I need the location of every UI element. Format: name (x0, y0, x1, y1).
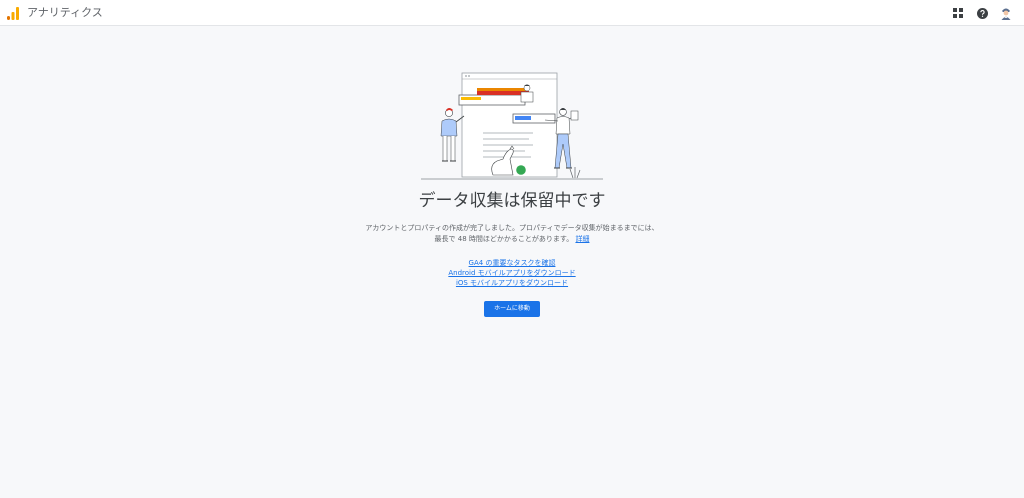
header-actions (950, 5, 1014, 21)
analytics-logo-icon[interactable] (7, 7, 19, 20)
description-line-1: アカウントとプロパティの作成が完了しました。プロパティでデータ収集が始まるまでに… (365, 224, 659, 232)
app-title[interactable]: アナリティクス (27, 6, 103, 20)
android-app-download-link[interactable]: Android モバイルアプリをダウンロード (0, 268, 1024, 278)
description-line-2-text: 最長で 48 時間ほどかかることがあります。 (434, 235, 574, 243)
help-icon[interactable] (974, 5, 990, 21)
ga4-key-tasks-link[interactable]: GA4 の重要なタスクを確認 (0, 258, 1024, 268)
avatar[interactable] (998, 5, 1014, 21)
main-content: データ収集は保留中です アカウントとプロパティの作成が完了しました。プロパティで… (0, 27, 1024, 498)
status-description: アカウントとプロパティの作成が完了しました。プロパティでデータ収集が始まるまでに… (0, 223, 1024, 245)
top-app-bar: アナリティクス (0, 0, 1024, 26)
resource-links: GA4 の重要なタスクを確認 Android モバイルアプリをダウンロード iO… (0, 258, 1024, 288)
go-home-button[interactable]: ホームに移動 (484, 301, 540, 317)
ios-app-download-link[interactable]: iOS モバイルアプリをダウンロード (0, 278, 1024, 288)
data-collection-illustration (421, 72, 603, 180)
page-heading: データ収集は保留中です (418, 191, 606, 211)
description-line-2: 最長で 48 時間ほどかかることがあります。 詳細 (0, 234, 1024, 245)
apps-icon[interactable] (950, 5, 966, 21)
details-link[interactable]: 詳細 (575, 235, 589, 243)
